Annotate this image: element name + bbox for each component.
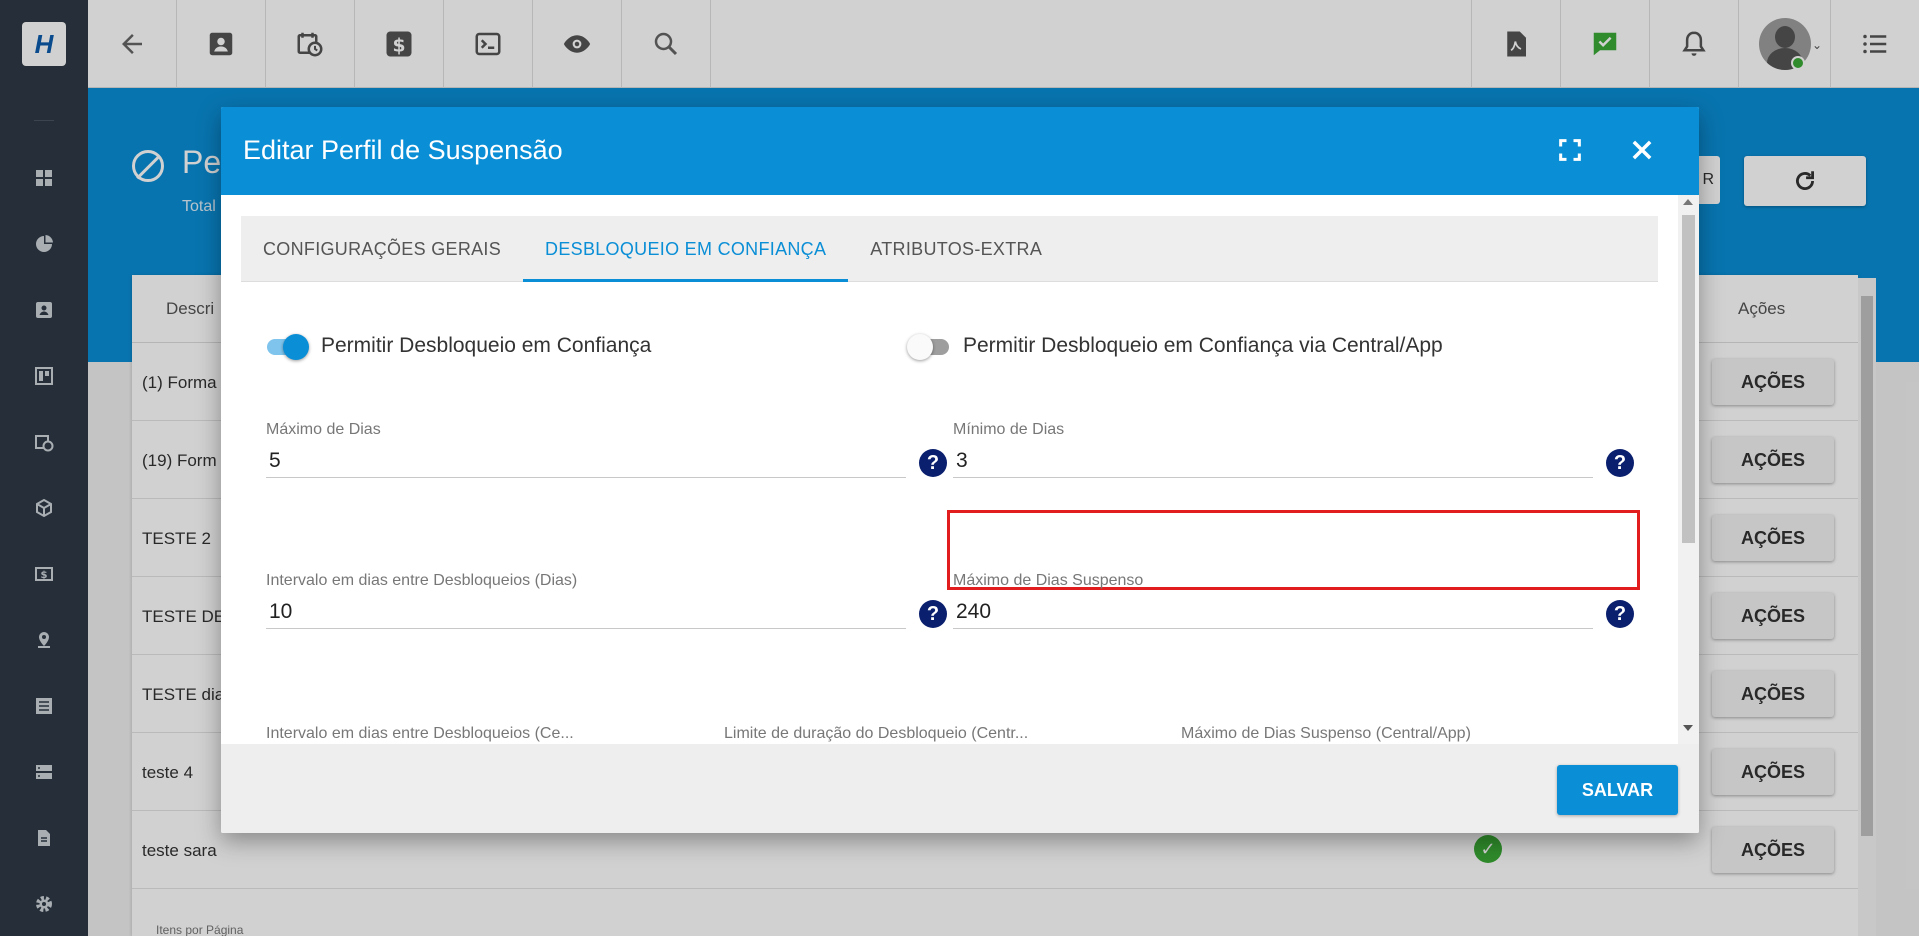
- switch-on[interactable]: [265, 331, 309, 361]
- max-dias-field[interactable]: Máximo de Dias 5: [266, 421, 906, 481]
- scroll-down-icon[interactable]: [1683, 725, 1693, 731]
- field-underline: [953, 477, 1593, 478]
- field-label: Máximo de Dias: [266, 421, 381, 438]
- field-label: Máximo de Dias Suspenso (Central/App): [1181, 725, 1471, 742]
- toggle-permitir-desbloqueio-central[interactable]: Permitir Desbloqueio em Confiança via Ce…: [907, 331, 1443, 361]
- field-label: Intervalo em dias entre Desbloqueios (Di…: [266, 572, 578, 589]
- limite-central-field[interactable]: Limite de duração do Desbloqueio (Centr.…: [724, 725, 1144, 744]
- field-label: Mínimo de Dias: [953, 421, 1065, 438]
- field-label: Limite de duração do Desbloqueio (Centr.…: [724, 725, 1029, 742]
- scrollbar-thumb[interactable]: [1682, 215, 1695, 543]
- toggle-label: Permitir Desbloqueio em Confiança via Ce…: [963, 334, 1443, 357]
- dialog-title: Editar Perfil de Suspensão: [243, 135, 563, 165]
- save-button[interactable]: SALVAR: [1557, 765, 1678, 815]
- help-icon[interactable]: ?: [919, 600, 947, 628]
- toggle-permitir-desbloqueio[interactable]: Permitir Desbloqueio em Confiança: [265, 331, 651, 361]
- dialog-footer: SALVAR: [221, 744, 1699, 833]
- toggle-label: Permitir Desbloqueio em Confiança: [321, 334, 652, 357]
- help-icon[interactable]: ?: [1606, 449, 1634, 477]
- dialog-body: CONFIGURAÇÕES GERAIS DESBLOQUEIO EM CONF…: [221, 195, 1678, 744]
- max-suspenso-central-field[interactable]: Máximo de Dias Suspenso (Central/App): [1181, 725, 1601, 744]
- scroll-up-icon[interactable]: [1683, 199, 1693, 205]
- switch-off[interactable]: [907, 331, 951, 361]
- dialog-header: Editar Perfil de Suspensão: [221, 107, 1699, 195]
- help-icon[interactable]: ?: [1606, 600, 1634, 628]
- min-dias-field[interactable]: Mínimo de Dias 3: [953, 421, 1593, 481]
- max-dias-suspenso-field[interactable]: Máximo de Dias Suspenso 240: [953, 572, 1593, 632]
- tab-desbloqueio-em-confianca[interactable]: DESBLOQUEIO EM CONFIANÇA: [523, 216, 849, 282]
- edit-suspension-profile-dialog: Editar Perfil de Suspensão CONFIGURAÇÕES…: [221, 107, 1699, 833]
- field-value[interactable]: 5: [269, 449, 281, 473]
- field-underline: [953, 628, 1593, 629]
- close-icon: [1632, 140, 1652, 160]
- intervalo-field[interactable]: Intervalo em dias entre Desbloqueios (Di…: [266, 572, 906, 632]
- close-button[interactable]: [1625, 133, 1659, 167]
- field-label: Máximo de Dias Suspenso: [953, 572, 1144, 589]
- help-icon[interactable]: ?: [919, 449, 947, 477]
- field-value[interactable]: 10: [269, 600, 292, 624]
- dialog-scrollbar[interactable]: [1678, 195, 1699, 744]
- tab-atributos-extra[interactable]: ATRIBUTOS-EXTRA: [848, 216, 1064, 282]
- tab-configuracoes-gerais[interactable]: CONFIGURAÇÕES GERAIS: [241, 216, 523, 282]
- field-underline: [266, 628, 906, 629]
- field-value[interactable]: 3: [956, 449, 968, 473]
- field-value[interactable]: 240: [956, 600, 991, 624]
- field-label: Intervalo em dias entre Desbloqueios (Ce…: [266, 725, 574, 742]
- fullscreen-button[interactable]: [1553, 133, 1587, 167]
- field-underline: [266, 477, 906, 478]
- dialog-tabs: CONFIGURAÇÕES GERAIS DESBLOQUEIO EM CONF…: [241, 216, 1658, 282]
- fullscreen-icon: [1559, 139, 1581, 161]
- intervalo-central-field[interactable]: Intervalo em dias entre Desbloqueios (Ce…: [266, 725, 686, 744]
